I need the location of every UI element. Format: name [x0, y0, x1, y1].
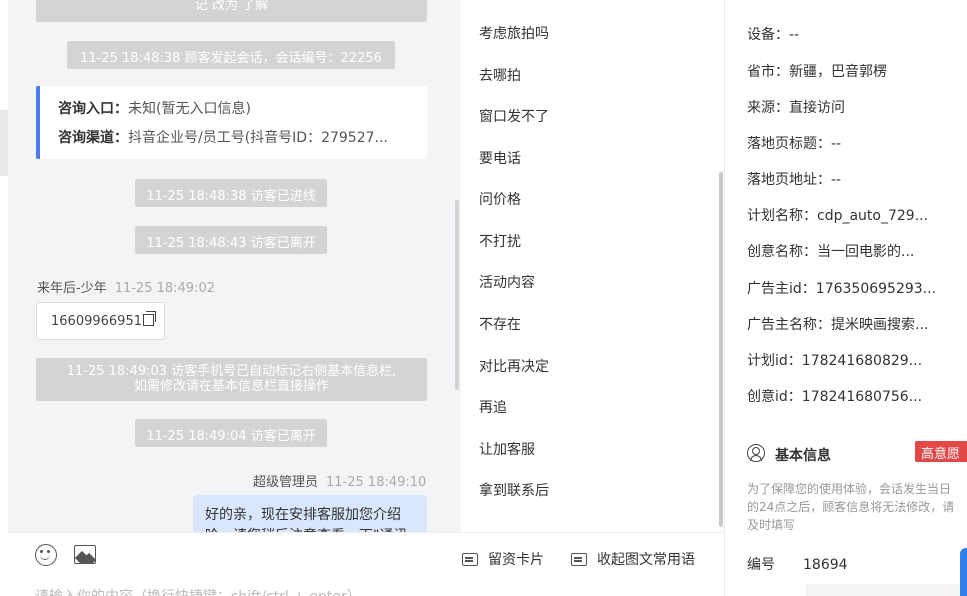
edit-deadline-notice: 为了保障您的使用体验，会话发生当日 的24点之后，顾客信息将无法修改，请 及时填… [747, 482, 955, 532]
info-landing-title: 落地页标题：-- [747, 136, 842, 152]
sender-time: 11-25 18:49:10 [326, 475, 427, 490]
phrase-item[interactable]: 再追 [479, 397, 507, 417]
sender-name: 来年后-少年 [37, 281, 107, 296]
visitor-left-notice-2: 11-25 18:49:04 访客已离开 [135, 419, 327, 447]
phrase-item[interactable]: 不存在 [479, 314, 521, 334]
left-edge [0, 0, 8, 596]
phrase-item[interactable]: 去哪拍 [479, 65, 521, 85]
app-root: 记 改为 了解 11-25 18:48:38 顾客发起会话，会话编号：22256… [0, 0, 967, 596]
phrase-item[interactable]: 考虑旅拍吗 [479, 23, 549, 43]
sender-time: 11-25 18:49:02 [114, 281, 215, 296]
agent-message-text: 好的亲，现在安排客服加您介绍哈，请您稍后注意查看，下"通讯 [205, 507, 407, 532]
copy-icon[interactable] [142, 311, 156, 326]
info-plan-id: 计划id：178241680829... [747, 353, 923, 369]
basic-info-label: 基本信息 [775, 448, 831, 464]
id-key: 编号 [747, 557, 775, 573]
emoji-icon[interactable] [35, 544, 57, 566]
quick-phrase-list: 考虑旅拍吗 去哪拍 窗口发不了 要电话 问价格 不打扰 活动内容 不存在 对比再… [461, 0, 725, 532]
session-start-notice: 11-25 18:48:38 顾客发起会话，会话编号：22256 [67, 41, 395, 69]
entry-value: 未知(暂无入口信息) [128, 101, 251, 117]
phrase-item[interactable]: 不打扰 [479, 231, 521, 251]
message-input[interactable]: 请输入你的内容（换行快捷键：shift/ctrl + enter） [35, 586, 361, 596]
entry-key: 咨询入口： [58, 101, 128, 117]
phrase-item[interactable]: 要电话 [479, 148, 521, 168]
image-icon[interactable] [74, 545, 96, 564]
info-advertiser-id: 广告主id：176350695293... [747, 281, 937, 297]
chat-panel: 记 改为 了解 11-25 18:48:38 顾客发起会话，会话编号：22256… [0, 0, 461, 532]
agent-message-bubble: 好的亲，现在安排客服加您介绍哈，请您稍后注意查看，下"通讯 [193, 495, 427, 532]
info-plan-name: 计划名称：cdp_auto_729... [747, 208, 929, 224]
visitor-sender: 来年后-少年 11-25 18:49:02 [37, 277, 215, 296]
card-icon [571, 553, 587, 566]
visitor-entered-notice: 11-25 18:48:38 访客已进线 [135, 179, 327, 207]
phrase-item[interactable]: 对比再决定 [479, 356, 549, 376]
phrase-item[interactable]: 窗口发不了 [479, 106, 549, 126]
channel-value: 抖音企业号/员工号(抖音号ID：279527... [128, 130, 388, 146]
info-source: 来源：直接访问 [747, 100, 845, 116]
channel-row: 咨询渠道：抖音企业号/员工号(抖音号ID：279527... [58, 127, 427, 156]
info-device: 设备：-- [747, 27, 800, 43]
id-value: 18694 [803, 557, 848, 573]
visitor-left-notice: 11-25 18:48:43 访客已离开 [135, 226, 327, 254]
intent-badge[interactable]: 高意愿 [915, 441, 967, 462]
phrase-item[interactable]: 拿到联系后 [479, 480, 549, 500]
auto-mark-notice: 11-25 18:49:03 访客手机号已自动标记右侧基本信息栏, 如需修改请在… [36, 358, 427, 401]
sender-name: 超级管理员 [253, 475, 319, 490]
phrase-item[interactable]: 让加客服 [479, 439, 535, 459]
id-row: 编号 18694 [747, 554, 848, 574]
left-edge-marker [0, 110, 8, 176]
lead-card-label: 留资卡片 [488, 552, 544, 568]
entry-info-card: 咨询入口：未知(暂无入口信息) 咨询渠道：抖音企业号/员工号(抖音号ID：279… [36, 86, 427, 159]
info-creative-id: 创意id：178241680756... [747, 389, 923, 405]
phrase-item[interactable]: 活动内容 [479, 272, 535, 292]
id-field-bg [806, 584, 966, 596]
lead-card-button[interactable]: 留资卡片 [462, 549, 544, 569]
user-circle-icon [747, 444, 765, 462]
phone-message: 16609966951 [36, 302, 165, 340]
system-message-clipped: 记 改为 了解 [36, 0, 427, 22]
panel-divider [724, 0, 725, 596]
info-region: 省市：新疆，巴音郭楞 [747, 64, 887, 80]
card-icon [462, 553, 478, 566]
chat-scrollbar[interactable] [455, 200, 459, 390]
basic-info-title: 基本信息 [747, 442, 831, 465]
floating-action-button[interactable] [960, 548, 967, 596]
channel-key: 咨询渠道： [58, 130, 128, 146]
phrase-item[interactable]: 问价格 [479, 189, 521, 209]
phone-text: 16609966951 [51, 314, 142, 329]
agent-sender: 超级管理员 11-25 18:49:10 [253, 471, 426, 490]
collapse-phrases-label: 收起图文常用语 [597, 552, 695, 568]
entry-row: 咨询入口：未知(暂无入口信息) [58, 98, 427, 127]
info-landing-url: 落地页地址：-- [747, 172, 842, 188]
info-advertiser-name: 广告主名称：提米映画搜索... [747, 317, 929, 333]
info-creative-name: 创意名称：当一回电影的... [747, 244, 915, 260]
phrase-scrollbar[interactable] [719, 172, 723, 527]
collapse-phrases-button[interactable]: 收起图文常用语 [571, 549, 695, 569]
